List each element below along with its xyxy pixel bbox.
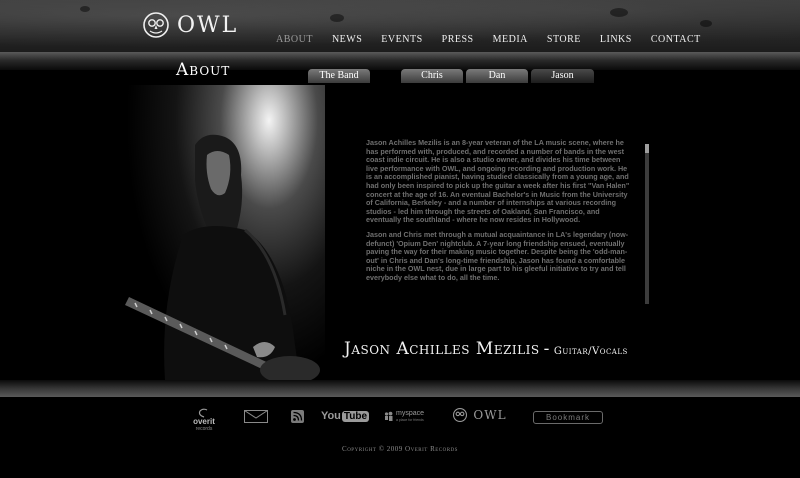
footer-divider-bar bbox=[0, 380, 800, 397]
member-separator: - bbox=[543, 339, 550, 359]
bookmark-button[interactable]: Bookmark bbox=[533, 411, 603, 424]
copyright-text: Copyright © 2009 Overit Records bbox=[342, 445, 458, 453]
header-texture-spot bbox=[700, 20, 712, 27]
tab-chris[interactable]: Chris bbox=[401, 69, 463, 83]
owl-footer-logo[interactable]: OWL bbox=[449, 406, 511, 424]
header-texture-spot bbox=[610, 8, 628, 17]
myspace-people-icon bbox=[384, 411, 393, 421]
bio-scrollbar-thumb[interactable] bbox=[645, 144, 649, 153]
main-nav: ABOUT NEWS EVENTS PRESS MEDIA STORE LINK… bbox=[276, 34, 701, 46]
page-title: About bbox=[176, 60, 231, 80]
member-role: Guitar/Vocals bbox=[553, 346, 628, 357]
nav-links[interactable]: LINKS bbox=[600, 34, 632, 46]
owl-face-icon bbox=[143, 12, 169, 38]
guitarist-silhouette bbox=[125, 134, 320, 380]
header-divider-bar bbox=[0, 52, 800, 70]
overit-sub-label: records bbox=[195, 426, 213, 432]
brand-name: OWL bbox=[177, 12, 239, 38]
youtube-link[interactable]: You Tube bbox=[321, 408, 370, 424]
nav-about[interactable]: ABOUT bbox=[276, 34, 313, 46]
rss-icon bbox=[290, 409, 304, 423]
bio-paragraph: Jason and Chris met through a mutual acq… bbox=[366, 229, 629, 282]
envelope-icon bbox=[243, 409, 268, 423]
owl-footer-text: OWL bbox=[473, 408, 507, 422]
youtube-you-text: You bbox=[320, 410, 341, 422]
nav-media[interactable]: MEDIA bbox=[493, 34, 528, 46]
header-texture-spot bbox=[80, 6, 90, 12]
myspace-tagline: a place for friends bbox=[395, 418, 424, 422]
member-bio: Jason Achilles Mezilis is an 8-year vete… bbox=[366, 138, 632, 289]
overit-records-link[interactable]: overit records bbox=[186, 405, 222, 435]
tab-jason[interactable]: Jason bbox=[531, 69, 594, 83]
tab-dan[interactable]: Dan bbox=[466, 69, 528, 83]
overit-label: overit bbox=[193, 417, 215, 426]
member-photo bbox=[125, 85, 325, 380]
nav-store[interactable]: STORE bbox=[547, 34, 581, 46]
header-texture-spot bbox=[330, 14, 344, 22]
site-footer: overit records You Tube myspace a place … bbox=[0, 397, 800, 478]
rss-link[interactable] bbox=[290, 409, 304, 423]
owl-face-icon bbox=[453, 408, 468, 422]
member-heading: Jason Achilles Mezilis - Guitar/Vocals bbox=[344, 339, 628, 359]
member-name: Jason Achilles Mezilis bbox=[344, 339, 540, 359]
tab-the-band[interactable]: The Band bbox=[308, 69, 370, 83]
site-header: OWL ABOUT NEWS EVENTS PRESS MEDIA STORE … bbox=[0, 0, 800, 52]
myspace-label: myspace bbox=[395, 410, 424, 417]
nav-news[interactable]: NEWS bbox=[332, 34, 362, 46]
site-logo[interactable]: OWL bbox=[143, 10, 238, 40]
nav-press[interactable]: PRESS bbox=[442, 34, 474, 46]
bio-scrollbar-track[interactable] bbox=[645, 144, 649, 304]
youtube-tube-text: Tube bbox=[341, 410, 370, 422]
bio-paragraph: Jason Achilles Mezilis is an 8-year vete… bbox=[366, 138, 630, 225]
email-link[interactable] bbox=[243, 409, 268, 423]
nav-events[interactable]: EVENTS bbox=[381, 34, 422, 46]
myspace-link[interactable]: myspace a place for friends bbox=[380, 407, 428, 425]
nav-contact[interactable]: CONTACT bbox=[651, 34, 701, 46]
